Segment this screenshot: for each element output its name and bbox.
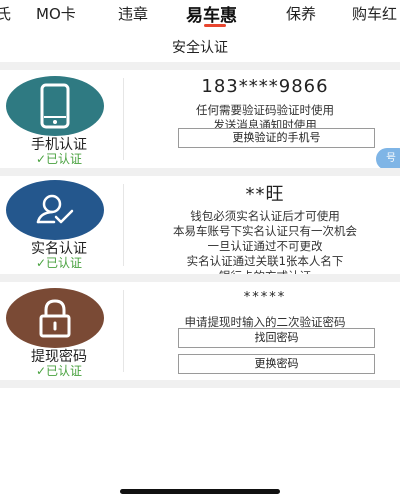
card-vertical-divider xyxy=(123,78,124,160)
lock-icon xyxy=(39,299,71,338)
realname-holder: **旺 xyxy=(245,184,285,205)
user-verified-icon xyxy=(36,194,74,224)
find-password-button[interactable]: 找回密码 xyxy=(178,328,375,348)
realname-verification-card: 实名认证 ✓已认证 **旺 钱包必须实名认证后才可使用 本易车账号下实名认证只有… xyxy=(0,176,400,283)
realname-cert-status: ✓已认证 xyxy=(35,256,83,270)
smartphone-icon xyxy=(40,83,70,129)
card-vertical-divider xyxy=(123,290,124,372)
tab-maintenance[interactable]: 保养 xyxy=(286,3,316,24)
tab-violations[interactable]: 违章 xyxy=(118,3,148,24)
withdraw-masked-password: ***** xyxy=(243,290,287,305)
home-indicator xyxy=(120,489,280,494)
card-vertical-divider xyxy=(123,184,124,266)
divider xyxy=(0,168,400,176)
change-phone-button[interactable]: 更换验证的手机号 xyxy=(178,128,375,148)
change-password-button[interactable]: 更换密码 xyxy=(178,354,375,374)
floating-side-badge[interactable]: 号 xyxy=(376,148,400,170)
page-title: 安全认证 xyxy=(172,40,228,56)
realname-desc-line: 实名认证通过关联1张本人名下 xyxy=(186,254,344,268)
divider xyxy=(0,62,400,70)
phone-cert-status: ✓已认证 xyxy=(35,152,83,166)
tab-partial-left[interactable]: 氏 xyxy=(0,3,11,24)
phone-desc-line: 任何需要验证码验证时使用 xyxy=(196,103,334,117)
tab-yiche-hui[interactable]: 易车惠 xyxy=(186,1,237,26)
realname-desc-line: 本易车账号下实名认证只有一次机会 xyxy=(173,224,357,238)
tab-car-purchase[interactable]: 购车红 xyxy=(352,3,397,24)
withdraw-cert-status: ✓已认证 xyxy=(35,364,83,378)
phone-details: 183****9866 任何需要验证码验证时使用 发送消息通知时使用 xyxy=(130,76,400,133)
realname-icon-circle xyxy=(6,180,104,240)
divider xyxy=(0,380,400,388)
withdraw-details: ***** 申请提现时输入的二次验证密码 xyxy=(130,290,400,330)
realname-desc-line: 一旦认证通过不可更改 xyxy=(207,239,323,253)
top-tab-bar: 氏 MO卡 违章 易车惠 保养 购车红 xyxy=(0,0,400,28)
active-tab-indicator xyxy=(204,24,226,27)
divider xyxy=(0,274,400,282)
realname-desc-line: 钱包必须实名认证后才可使用 xyxy=(190,209,340,223)
realname-details: **旺 钱包必须实名认证后才可使用 本易车账号下实名认证只有一次机会 一旦认证通… xyxy=(130,180,400,284)
phone-verification-card: 手机认证 ✓已认证 183****9866 任何需要验证码验证时使用 发送消息通… xyxy=(0,70,400,168)
phone-icon-circle xyxy=(6,76,104,136)
withdraw-password-card: 提现密码 ✓已认证 ***** 申请提现时输入的二次验证密码 找回密码 更换密码 xyxy=(0,282,400,380)
withdraw-icon-circle xyxy=(6,288,104,348)
tab-mo-card[interactable]: MO卡 xyxy=(36,3,76,24)
phone-number: 183****9866 xyxy=(201,76,329,97)
